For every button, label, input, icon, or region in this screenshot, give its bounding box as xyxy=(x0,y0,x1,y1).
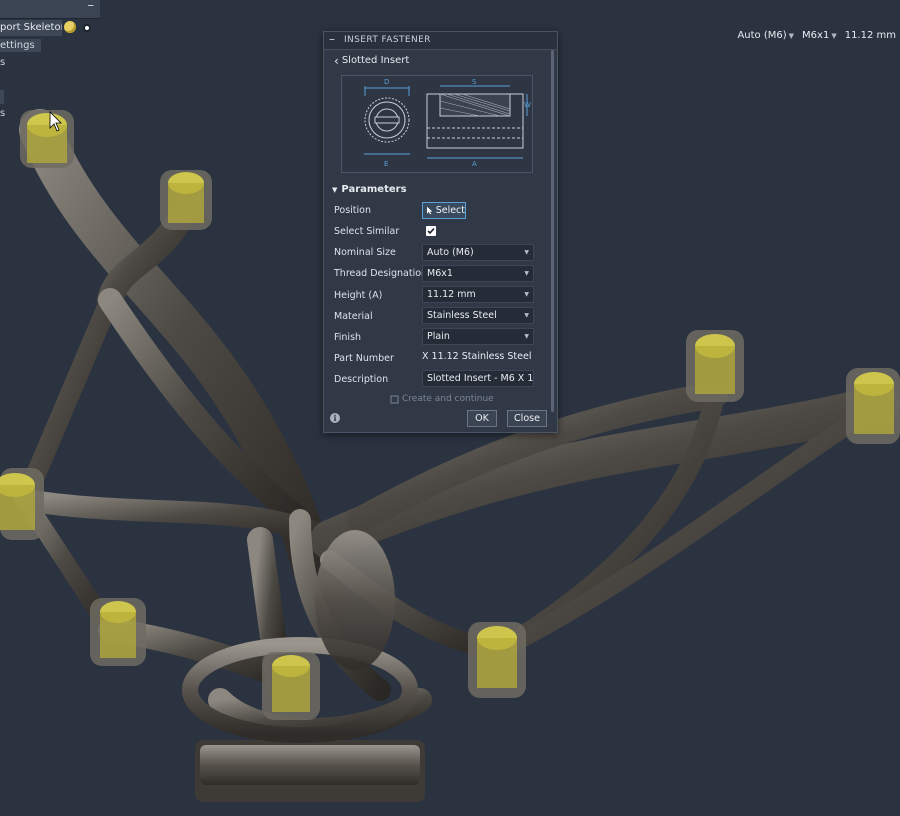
dim-label-e: E xyxy=(384,160,388,168)
close-button[interactable]: Close xyxy=(507,410,547,427)
thread-designation-dropdown[interactable]: M6x1 ▼ xyxy=(422,265,534,282)
size-dropdown[interactable]: Auto (M6) ▼ xyxy=(737,30,794,41)
finish-dropdown[interactable]: Plain ▼ xyxy=(422,328,534,345)
height-dropdown[interactable]: 11.12 mm ▼ xyxy=(422,286,534,303)
description-field[interactable]: Slotted Insert - M6 X 11.12 xyxy=(422,370,534,387)
chevron-down-icon: ▼ xyxy=(788,31,795,40)
browser-item-row-3[interactable]: s xyxy=(0,108,5,119)
dialog-title: INSERT FASTENER xyxy=(344,35,431,45)
dialog-scrollbar[interactable] xyxy=(551,50,554,412)
dim-label-a: A xyxy=(472,160,477,168)
dim-label-w: W xyxy=(524,101,531,109)
browser-header: – xyxy=(0,0,100,19)
chevron-down-icon: ▼ xyxy=(831,31,837,40)
chevron-down-icon: ▼ xyxy=(524,249,529,256)
browser-item-settings[interactable]: ettings xyxy=(0,39,41,52)
dialog-title-bar[interactable]: – INSERT FASTENER xyxy=(324,32,557,50)
chevron-left-icon: ‹ xyxy=(334,53,339,68)
part-number-field[interactable]: X 11.12 Stainless Steel Plain xyxy=(422,349,534,366)
back-to-slotted-insert-link[interactable]: ‹ Slotted Insert xyxy=(334,53,409,68)
dim-label-d: D xyxy=(384,78,389,86)
param-label-finish: Finish xyxy=(334,332,362,343)
browser-item-skeleton[interactable]: port Skeleton... xyxy=(0,20,62,36)
insert-far-right[interactable] xyxy=(846,368,900,444)
minimize-icon[interactable]: – xyxy=(329,32,335,46)
browser-item-highlight xyxy=(0,90,4,104)
create-continue-icon xyxy=(390,395,399,403)
ok-button[interactable]: OK xyxy=(467,410,497,427)
insert-bottom-center[interactable] xyxy=(262,652,320,720)
param-label-thread: Thread Designation xyxy=(334,268,428,279)
insert-right-upper[interactable] xyxy=(686,330,744,402)
browser-panel: – port Skeleton... ettings s xyxy=(0,0,100,70)
material-dropdown[interactable]: Stainless Steel ▼ xyxy=(422,307,534,324)
param-label-nominal-size: Nominal Size xyxy=(334,247,396,258)
checkmark-icon xyxy=(427,227,435,235)
select-similar-label: Select Similar xyxy=(334,226,400,237)
insert-lower-left[interactable] xyxy=(90,598,146,666)
parameters-section-header[interactable]: ▼ Parameters xyxy=(332,184,407,195)
chevron-down-icon: ▼ xyxy=(524,312,529,319)
insert-left[interactable] xyxy=(0,468,44,540)
chevron-down-icon: ▼ xyxy=(524,291,529,298)
insert-fastener-dialog: – INSERT FASTENER ‹ Slotted Insert D E S… xyxy=(323,31,558,433)
param-label-part-number: Part Number xyxy=(334,353,394,364)
insert-upper-mid[interactable] xyxy=(160,170,212,230)
create-and-continue-button[interactable]: Create and continue xyxy=(390,394,494,404)
select-similar-checkbox[interactable] xyxy=(426,226,436,236)
position-select-button[interactable]: Select xyxy=(422,202,466,219)
chevron-down-icon: ▼ xyxy=(524,270,529,277)
param-label-height: Height (A) xyxy=(334,290,383,301)
thread-dropdown[interactable]: M6x1 ▼ xyxy=(802,30,837,41)
chevron-down-icon: ▼ xyxy=(524,333,529,340)
insert-bottom-right[interactable] xyxy=(468,622,526,698)
activate-radio-icon[interactable] xyxy=(83,24,91,32)
info-icon[interactable]: i xyxy=(330,413,340,423)
visibility-bulb-icon[interactable] xyxy=(64,21,76,33)
height-field[interactable]: 11.12 mm xyxy=(845,30,896,41)
param-label-material: Material xyxy=(334,311,373,322)
nominal-size-dropdown[interactable]: Auto (M6) ▼ xyxy=(422,244,534,261)
collapse-icon[interactable]: – xyxy=(88,0,95,13)
param-label-description: Description xyxy=(334,374,389,385)
browser-item-label: port Skeleton... xyxy=(0,22,62,33)
insert-top-left[interactable] xyxy=(20,110,74,168)
dim-label-s: S xyxy=(472,78,477,86)
position-label: Position xyxy=(334,205,371,216)
fastener-quick-toolbar: Auto (M6) ▼ M6x1 ▼ 11.12 mm xyxy=(737,30,896,41)
cursor-icon xyxy=(427,206,433,215)
triangle-down-icon: ▼ xyxy=(332,185,338,194)
browser-item-row-2[interactable]: s xyxy=(0,57,5,68)
insert-dimension-diagram: D E S W A xyxy=(341,75,533,173)
